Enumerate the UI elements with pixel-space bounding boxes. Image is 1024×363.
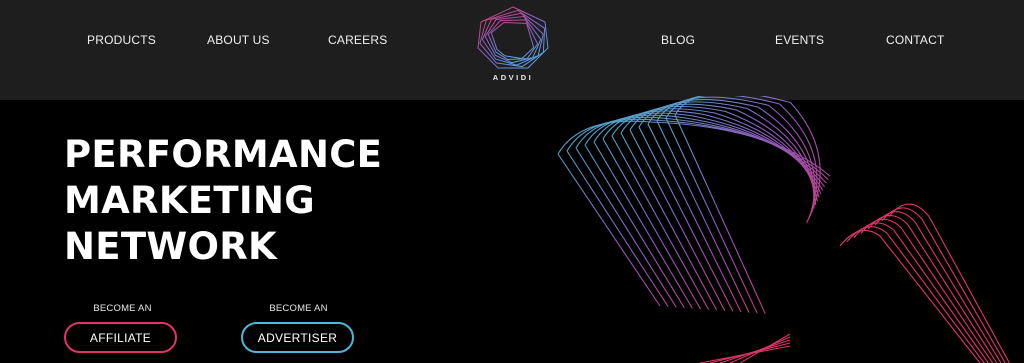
logo-wordmark: ADVIDI [492,73,534,82]
headline-line-1: PERFORMANCE [64,133,383,176]
headline-line-2: MARKETING [64,179,315,222]
affiliate-button[interactable]: AFFILIATE [64,322,177,353]
nav-link-blog[interactable]: BLOG [661,33,695,47]
advertiser-button[interactable]: ADVERTISER [241,322,354,353]
hero-line-art [557,96,1010,363]
headline-line-3: NETWORK [64,225,278,268]
nav-link-contact[interactable]: CONTACT [886,33,945,47]
affiliate-caption: BECOME AN [93,303,152,314]
nav-link-about-us[interactable]: ABOUT US [207,33,270,47]
nav-link-events[interactable]: EVENTS [775,33,824,47]
nav-link-careers[interactable]: CAREERS [328,33,387,47]
nav-link-products[interactable]: PRODUCTS [87,33,156,47]
advertiser-caption: BECOME AN [269,303,328,314]
top-navigation-bar: PRODUCTS ABOUT US CAREERS ADVIDI BLOG EV… [0,0,1024,100]
hero-headline: PERFORMANCE MARKETING NETWORK [64,132,382,270]
